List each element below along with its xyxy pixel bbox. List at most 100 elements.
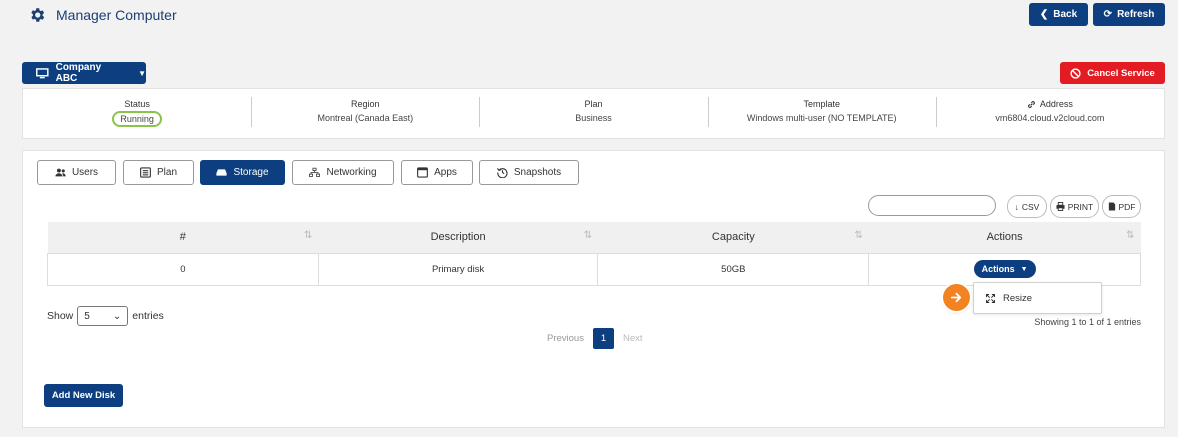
column-header-actions[interactable]: Actions ⇅	[868, 222, 1141, 253]
table-header-row: # ⇅ Description ⇅ Capacity ⇅ Actions ⇅	[47, 222, 1141, 253]
page-title: Manager Computer	[28, 6, 177, 24]
monitor-icon	[36, 67, 49, 78]
table-row: 0 Primary disk 50GB Actions ▼	[47, 252, 1141, 286]
users-icon	[55, 168, 66, 177]
search-input[interactable]	[868, 195, 996, 216]
tab-apps[interactable]: Apps	[401, 160, 473, 185]
column-capacity-label: Capacity	[711, 231, 755, 244]
sort-icon: ⇅	[854, 230, 863, 241]
back-label: Back	[1053, 9, 1078, 20]
page-title-text: Manager Computer	[56, 7, 177, 23]
history-icon	[496, 168, 508, 178]
network-icon	[309, 167, 321, 177]
disks-table: # ⇅ Description ⇅ Capacity ⇅ Actions ⇅ 0 Pri…	[47, 222, 1141, 286]
sort-icon: ⇅	[303, 230, 313, 241]
back-button[interactable]: ❮ Back	[1029, 3, 1088, 26]
status-label: Status	[124, 99, 150, 109]
region-label: Region	[351, 99, 380, 109]
pdf-button[interactable]: PDF	[1102, 195, 1141, 218]
refresh-button[interactable]: ⟳ Refresh	[1093, 3, 1165, 26]
next-button[interactable]: Next	[623, 333, 643, 344]
column-description-label: Description	[430, 231, 486, 244]
csv-label: CSV	[1021, 201, 1040, 212]
cell-capacity: 50GB	[597, 252, 870, 286]
entries-value: 5	[84, 310, 90, 322]
sort-icon: ⇅	[1126, 230, 1135, 241]
tab-snapshots[interactable]: Snapshots	[479, 160, 579, 185]
plan-value: Business	[575, 113, 612, 123]
company-label: Company ABC	[55, 62, 102, 84]
address-cell: Address vm6804.cloud.v2cloud.com	[935, 89, 1164, 138]
expand-icon	[986, 293, 995, 303]
gear-icon	[31, 8, 45, 22]
previous-button[interactable]: Previous	[547, 333, 584, 344]
row-actions-label: Actions	[981, 264, 1015, 274]
address-label-wrap: Address	[1027, 99, 1073, 109]
print-button[interactable]: PRINT	[1050, 195, 1099, 218]
plan-label: Plan	[584, 99, 603, 109]
printer-icon	[1056, 202, 1065, 211]
tab-snapshots-label: Snapshots	[513, 167, 562, 178]
arrow-right-icon	[943, 284, 970, 311]
caret-down-icon: ▼	[138, 68, 146, 78]
status-badge: Running	[112, 111, 162, 127]
refresh-label: Refresh	[1117, 9, 1155, 20]
tab-plan[interactable]: Plan	[123, 160, 194, 185]
show-entries-control: Show 5 ⌄ entries	[47, 306, 164, 326]
tab-storage-label: Storage	[233, 167, 269, 178]
company-dropdown-button[interactable]: Company ABC ▼	[22, 62, 146, 84]
computer-info-panel: Status Running Region Montreal (Canada E…	[22, 88, 1165, 139]
entries-select[interactable]: 5 ⌄	[77, 306, 129, 326]
pdf-label: PDF	[1118, 201, 1136, 212]
region-value: Montreal (Canada East)	[317, 113, 414, 123]
tab-storage[interactable]: Storage	[200, 160, 285, 185]
plan-cell: Plan Business	[479, 89, 707, 138]
tab-users-label: Users	[71, 167, 99, 178]
column-number-label: #	[179, 231, 186, 244]
show-label: Show	[47, 310, 74, 322]
actions-dropdown-menu: Resize	[973, 282, 1102, 314]
column-header-description[interactable]: Description ⇅	[318, 222, 598, 253]
tab-users[interactable]: Users	[37, 160, 116, 185]
dropdown-item-resize[interactable]: Resize	[1003, 293, 1032, 304]
cancel-service-button[interactable]: Cancel Service	[1060, 62, 1165, 84]
add-new-disk-button[interactable]: Add New Disk	[44, 384, 123, 407]
sort-icon: ⇅	[583, 230, 592, 241]
tab-networking-label: Networking	[326, 167, 377, 178]
chevron-down-icon: ⌄	[112, 310, 122, 322]
entries-label: entries	[132, 310, 164, 322]
download-icon: ↓	[1014, 201, 1019, 212]
address-value: vm6804.cloud.v2cloud.com	[995, 113, 1105, 123]
pagination: Previous 1 Next	[547, 328, 643, 349]
print-label: PRINT	[1067, 201, 1094, 212]
cell-number: 0	[47, 252, 319, 286]
column-header-number[interactable]: # ⇅	[47, 222, 319, 253]
refresh-icon: ⟳	[1103, 9, 1113, 20]
column-header-capacity[interactable]: Capacity ⇅	[597, 222, 869, 253]
tab-apps-label: Apps	[434, 167, 457, 178]
tab-plan-label: Plan	[156, 167, 177, 178]
row-actions-button[interactable]: Actions ▼	[973, 260, 1036, 278]
status-cell: Status Running	[23, 89, 251, 138]
list-icon	[140, 167, 151, 178]
template-cell: Template Windows multi-user (NO TEMPLATE…	[707, 89, 936, 138]
tab-networking[interactable]: Networking	[292, 160, 394, 185]
column-actions-label: Actions	[986, 231, 1023, 244]
page-1-button[interactable]: 1	[592, 328, 614, 349]
csv-button[interactable]: ↓ CSV	[1007, 195, 1047, 218]
caret-down-icon: ▼	[1020, 265, 1028, 273]
cell-actions: Actions ▼	[868, 252, 1141, 286]
hard-drive-icon	[216, 169, 228, 176]
ban-icon	[1070, 67, 1081, 79]
address-label: Address	[1039, 99, 1073, 109]
table-info-text: Showing 1 to 1 of 1 entries	[1034, 317, 1141, 327]
file-pdf-icon	[1108, 202, 1115, 211]
chevron-left-icon: ❮	[1039, 9, 1049, 20]
cell-description: Primary disk	[317, 252, 599, 286]
template-value: Windows multi-user (NO TEMPLATE)	[746, 113, 897, 123]
region-cell: Region Montreal (Canada East)	[251, 89, 479, 138]
template-label: Template	[803, 99, 840, 109]
link-icon	[1027, 100, 1035, 108]
cancel-label: Cancel Service	[1087, 67, 1155, 79]
window-icon	[417, 167, 429, 178]
